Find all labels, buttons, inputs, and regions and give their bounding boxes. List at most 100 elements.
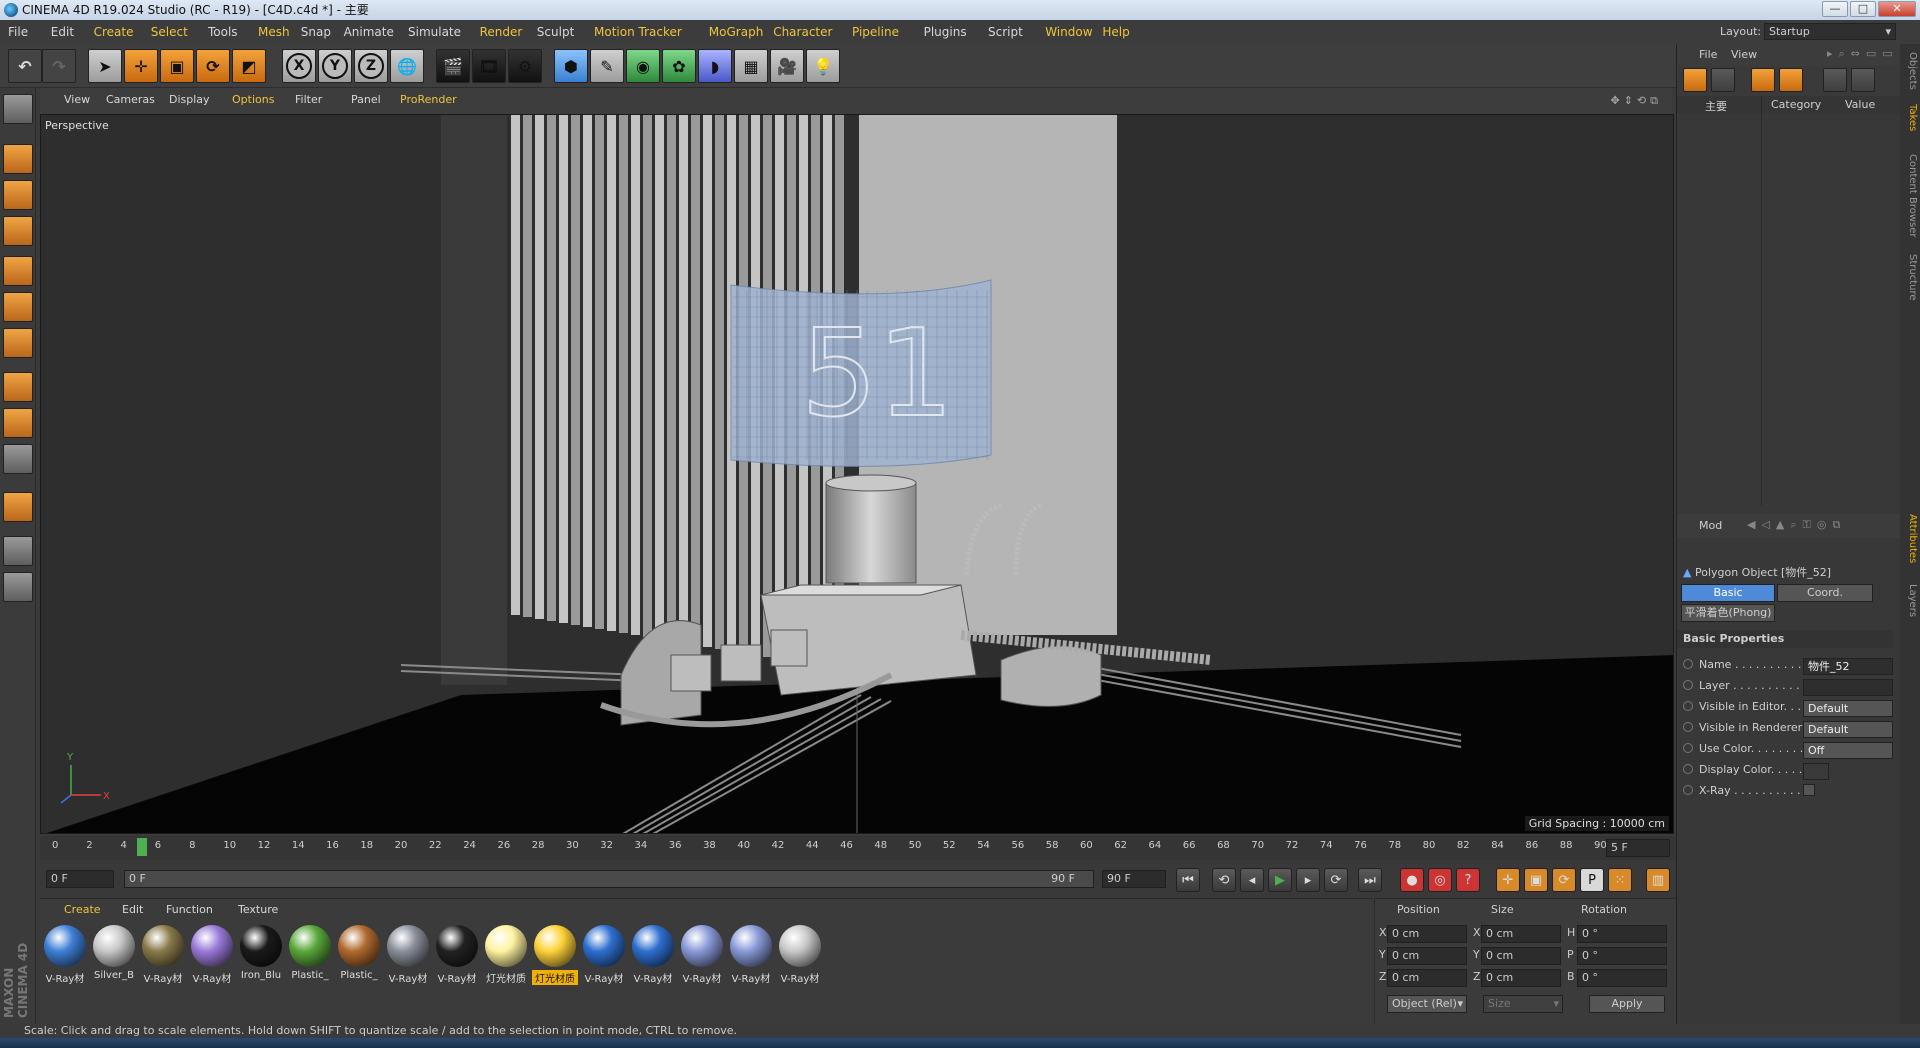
viewport-menu-options[interactable]: Options: [232, 93, 274, 106]
menu-sculpt[interactable]: Sculpt: [537, 25, 574, 39]
side-tab-layers[interactable]: Layers: [1902, 584, 1918, 617]
menu-snap[interactable]: Snap: [301, 25, 331, 39]
range-slider[interactable]: 0 F 90 F: [124, 870, 1094, 888]
goto-start-button[interactable]: ⏮: [1176, 868, 1200, 892]
position-field[interactable]: 0 cm: [1387, 925, 1467, 943]
deformer-button[interactable]: ◗: [698, 49, 732, 83]
material-swatch[interactable]: V-Ray材: [42, 925, 88, 985]
render-to-picture-viewer-button[interactable]: 🎞: [472, 49, 506, 83]
model-mode-button[interactable]: [3, 144, 33, 174]
material-swatch[interactable]: V-Ray材: [728, 925, 774, 985]
coordinate-system-button[interactable]: 🌐: [390, 49, 424, 83]
material-swatch[interactable]: Iron_Blu: [238, 925, 284, 985]
animate-dot-icon[interactable]: [1683, 743, 1693, 753]
current-frame-marker[interactable]: [136, 838, 147, 856]
apply-button[interactable]: Apply: [1589, 995, 1665, 1013]
solo-button[interactable]: [3, 444, 33, 474]
menu-pipeline[interactable]: Pipeline: [852, 25, 899, 39]
select-tool-button[interactable]: ➤: [88, 49, 122, 83]
attribute-value[interactable]: [1803, 763, 1829, 780]
workplane-lock-button[interactable]: [3, 536, 33, 566]
current-frame-field[interactable]: 5 F: [1606, 839, 1670, 857]
size-field[interactable]: 0 cm: [1481, 969, 1561, 987]
rotate-tool-button[interactable]: ⟳: [196, 49, 230, 83]
menu-window[interactable]: Window: [1045, 25, 1092, 39]
menu-mesh[interactable]: Mesh: [258, 25, 290, 39]
coordinate-mode-dropdown[interactable]: Object (Rel) ▾: [1387, 995, 1467, 1013]
take-settings-button[interactable]: [1851, 68, 1875, 92]
record-button[interactable]: ●: [1400, 868, 1424, 892]
pen-spline-button[interactable]: ✎: [590, 49, 624, 83]
side-tab-structure[interactable]: Structure: [1902, 254, 1918, 301]
menu-file[interactable]: File: [8, 25, 28, 39]
material-swatch[interactable]: V-Ray材: [630, 925, 676, 985]
keyframe-selection-button[interactable]: ?: [1456, 868, 1480, 892]
workplane-mode-button[interactable]: [3, 216, 33, 246]
planar-workplane-button[interactable]: [3, 572, 33, 602]
menu-simulate[interactable]: Simulate: [408, 25, 461, 39]
x-axis-lock-button[interactable]: X: [282, 49, 316, 83]
key-rotation-button[interactable]: ⟳: [1552, 868, 1576, 892]
attribute-value[interactable]: Default: [1803, 721, 1893, 738]
viewport-menu-view[interactable]: View: [64, 93, 90, 106]
live-selection-button[interactable]: ◩: [232, 49, 266, 83]
z-axis-lock-button[interactable]: Z: [354, 49, 388, 83]
edges-mode-button[interactable]: [3, 292, 33, 322]
prev-frame-button[interactable]: ◂: [1240, 868, 1264, 892]
scale-tool-button[interactable]: ▣: [160, 49, 194, 83]
menu-tools[interactable]: Tools: [208, 25, 238, 39]
texture-mode-button[interactable]: [3, 180, 33, 210]
timeline-window-button[interactable]: ▥: [1646, 868, 1670, 892]
material-swatch[interactable]: Plastic_: [287, 925, 333, 985]
side-tab-attributes[interactable]: Attributes: [1902, 514, 1918, 563]
key-pla-button[interactable]: ⁙: [1608, 868, 1632, 892]
lock-take-button[interactable]: [1779, 68, 1803, 92]
material-swatch[interactable]: Plastic_: [336, 925, 382, 985]
animate-dot-icon[interactable]: [1683, 785, 1693, 795]
close-button[interactable]: ✕: [1878, 1, 1916, 17]
side-tab-takes[interactable]: Takes: [1902, 104, 1918, 131]
rotation-field[interactable]: 0 °: [1577, 925, 1667, 943]
animate-dot-icon[interactable]: [1683, 680, 1693, 690]
polygons-mode-button[interactable]: [3, 328, 33, 358]
subdivision-button[interactable]: ◉: [626, 49, 660, 83]
material-swatch[interactable]: Silver_B: [91, 925, 137, 985]
menu-edit[interactable]: Edit: [51, 25, 74, 39]
main-take-label[interactable]: 主要: [1705, 98, 1727, 114]
redo-button[interactable]: ↷: [42, 49, 76, 83]
attribute-value[interactable]: [1803, 784, 1815, 796]
autokey-button[interactable]: ◎: [1428, 868, 1452, 892]
menu-character[interactable]: Character: [773, 25, 832, 39]
material-swatch[interactable]: V-Ray材: [581, 925, 627, 985]
object-manager-icons[interactable]: ▸⌕⇔▭▭: [1827, 47, 1899, 61]
attribute-value[interactable]: 物件_52: [1803, 658, 1893, 675]
viewport-menu-cameras[interactable]: Cameras: [106, 93, 155, 106]
key-position-button[interactable]: ✛: [1496, 868, 1520, 892]
next-frame-button[interactable]: ▸: [1296, 868, 1320, 892]
viewport-menu-panel[interactable]: Panel: [351, 93, 381, 106]
menu-motion-tracker[interactable]: Motion Tracker: [594, 25, 682, 39]
position-field[interactable]: 0 cm: [1387, 947, 1467, 965]
perspective-viewport[interactable]: 51 Y X Perspective Grid Spacing : 10000 …: [40, 114, 1674, 834]
floor-button[interactable]: ▦: [734, 49, 768, 83]
viewport-menu-display[interactable]: Display: [169, 93, 210, 106]
material-menu-create[interactable]: Create: [64, 903, 101, 916]
material-swatch[interactable]: 灯光材质: [532, 925, 578, 985]
size-mode-dropdown[interactable]: Size ▾: [1483, 995, 1563, 1013]
size-field[interactable]: 0 cm: [1481, 925, 1561, 943]
undo-button[interactable]: ↶: [8, 49, 42, 83]
attributes-nav-icons[interactable]: ◀◁▲⌕⚿◎⧉: [1747, 518, 1846, 532]
cube-button[interactable]: ⬢: [554, 49, 588, 83]
axis-mode-button[interactable]: [3, 372, 33, 402]
play-button[interactable]: ▶: [1268, 868, 1292, 892]
prev-key-button[interactable]: ⟲: [1212, 868, 1236, 892]
key-scale-button[interactable]: ▣: [1524, 868, 1548, 892]
tab-coord[interactable]: Coord.: [1777, 584, 1873, 602]
menu-select[interactable]: Select: [151, 25, 188, 39]
goto-end-button[interactable]: ⏭: [1358, 868, 1382, 892]
material-swatch[interactable]: V-Ray材: [385, 925, 431, 985]
take-override-button[interactable]: [1711, 68, 1735, 92]
animate-dot-icon[interactable]: [1683, 764, 1693, 774]
viewport-nav-icons[interactable]: ✥⇕⟲⧉: [1610, 94, 1662, 108]
add-take-button[interactable]: [1683, 68, 1707, 92]
